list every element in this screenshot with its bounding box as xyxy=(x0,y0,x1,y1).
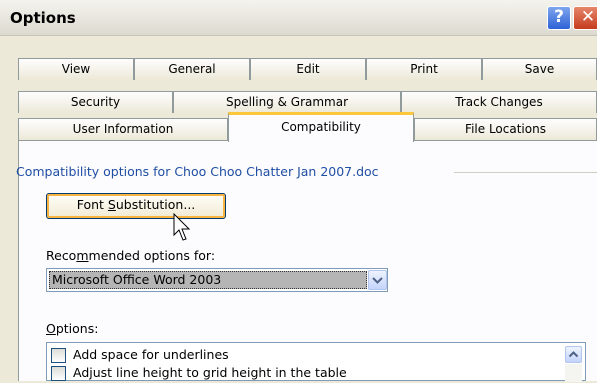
tab-save[interactable]: Save xyxy=(482,58,597,80)
scrollbar-track[interactable] xyxy=(565,364,582,382)
group-divider xyxy=(454,172,597,173)
tab-view[interactable]: View xyxy=(18,58,134,80)
mouse-pointer-icon xyxy=(173,213,191,241)
recommended-options-value: Microsoft Office Word 2003 xyxy=(49,271,367,289)
option-label: Adjust line height to grid height in the… xyxy=(73,365,347,380)
font-substitution-label-post: ubstitution... xyxy=(115,197,196,212)
group-title: Compatibility options for Choo Choo Chat… xyxy=(16,164,379,179)
chevron-down-icon[interactable] xyxy=(368,270,387,290)
scroll-up-icon[interactable] xyxy=(565,346,582,363)
font-substitution-label-pre: Font xyxy=(76,197,108,212)
tab-print[interactable]: Print xyxy=(366,58,482,80)
tab-spelling-grammar[interactable]: Spelling & Grammar xyxy=(173,91,401,113)
options-label-post: ptions: xyxy=(55,321,99,336)
font-substitution-accesskey: S xyxy=(107,197,116,212)
recommended-accesskey: m xyxy=(76,248,89,263)
font-substitution-button[interactable]: Font Substitution... xyxy=(46,193,226,219)
close-icon[interactable]: ✕ xyxy=(573,6,597,30)
checkbox[interactable] xyxy=(51,348,66,363)
tab-security[interactable]: Security xyxy=(18,91,173,113)
tab-user-information[interactable]: User Information xyxy=(18,118,228,140)
tab-track-changes[interactable]: Track Changes xyxy=(401,91,597,113)
help-icon[interactable]: ? xyxy=(547,6,571,30)
tab-edit[interactable]: Edit xyxy=(250,58,366,80)
recommended-label-pre: Reco xyxy=(46,248,77,263)
checkbox[interactable] xyxy=(51,366,66,381)
recommended-options-label: Recommended options for: xyxy=(46,248,215,263)
options-listbox[interactable]: Add space for underlines Adjust line hei… xyxy=(46,342,586,382)
dialog-title: Options xyxy=(10,9,76,27)
tab-general[interactable]: General xyxy=(134,58,250,80)
options-accesskey: O xyxy=(46,321,56,336)
recommended-label-post: mended options for: xyxy=(88,248,216,263)
tab-compatibility[interactable]: Compatibility xyxy=(228,112,414,142)
option-label: Add space for underlines xyxy=(73,347,229,362)
tab-file-locations[interactable]: File Locations xyxy=(414,118,597,140)
title-bar: Options ? ✕ xyxy=(0,0,597,36)
recommended-options-select[interactable]: Microsoft Office Word 2003 xyxy=(46,268,388,292)
options-label: Options: xyxy=(46,321,98,336)
